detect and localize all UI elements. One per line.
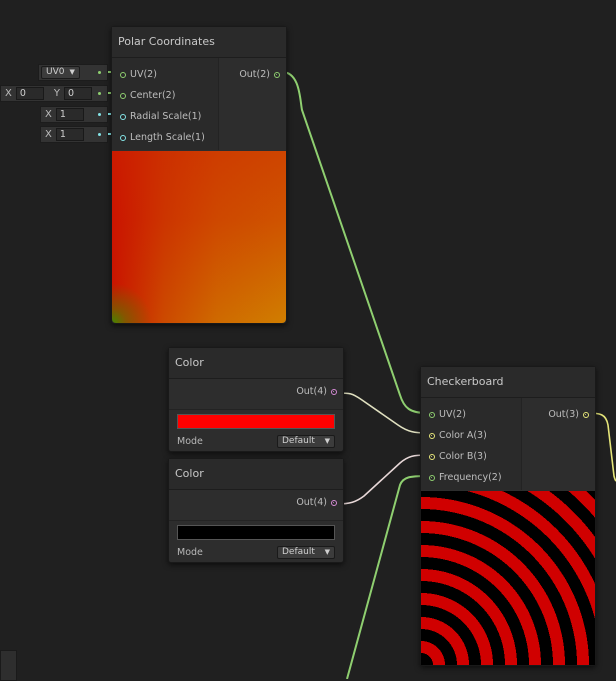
mode-value: Default (282, 435, 315, 446)
port-radial-scale[interactable]: Radial Scale(1) (112, 106, 218, 127)
port-label: Out(2) (239, 69, 270, 80)
node-title[interactable]: Polar Coordinates (112, 27, 286, 58)
polar-preview (112, 151, 286, 323)
polar-coordinates-node[interactable]: Polar Coordinates UV(2) Center(2) Radial… (111, 26, 287, 324)
node-title[interactable]: Color (169, 348, 343, 379)
port-circle-icon[interactable] (331, 388, 337, 395)
chevron-down-icon: ▼ (324, 436, 330, 445)
color-node-red[interactable]: Color Out(4) Mode Default ▼ (168, 347, 344, 452)
port-circle-icon[interactable] (120, 71, 126, 78)
port-label: UV(2) (439, 409, 466, 420)
color-swatch[interactable] (177, 525, 335, 540)
chevron-down-icon: ▼ (69, 68, 75, 76)
port-circle-icon[interactable] (429, 432, 435, 439)
port-label: Color A(3) (439, 430, 487, 441)
port-dot-icon (98, 92, 101, 95)
color-swatch[interactable] (177, 414, 335, 429)
port-out[interactable]: Out(4) (169, 381, 343, 402)
center-x-input[interactable]: 0 (15, 87, 44, 100)
port-color-b[interactable]: Color B(3) (421, 446, 521, 467)
uv-channel-dropdown[interactable]: UV0 ▼ (41, 66, 80, 79)
port-circle-icon[interactable] (120, 134, 126, 141)
port-out[interactable]: Out(4) (169, 492, 343, 513)
bottom-left-panel-edge (0, 650, 17, 681)
port-out[interactable]: Out(2) (219, 64, 286, 85)
shader-graph-canvas[interactable]: UV0 ▼ X 0 Y 0 X 1 X 1 Polar Coordinates … (0, 0, 616, 681)
port-label: Length Scale(1) (130, 132, 205, 143)
length-scale-input[interactable]: 1 (55, 128, 84, 141)
length-scale-field[interactable]: X 1 (40, 126, 108, 143)
color-node-black[interactable]: Color Out(4) Mode Default ▼ (168, 458, 344, 563)
chevron-down-icon: ▼ (324, 547, 330, 556)
mode-dropdown[interactable]: Default ▼ (277, 545, 335, 559)
node-title[interactable]: Color (169, 459, 343, 490)
port-circle-icon[interactable] (120, 92, 126, 99)
length-x-label: X (45, 129, 52, 140)
port-uv[interactable]: UV(2) (112, 64, 218, 85)
port-label: Center(2) (130, 90, 176, 101)
mode-dropdown[interactable]: Default ▼ (277, 434, 335, 448)
port-center[interactable]: Center(2) (112, 85, 218, 106)
port-label: Frequency(2) (439, 472, 502, 483)
wire-color2-to-color-b[interactable] (336, 454, 428, 505)
mode-value: Default (282, 546, 315, 557)
port-circle-icon[interactable] (429, 411, 435, 418)
radial-scale-field[interactable]: X 1 (40, 106, 108, 123)
center-x-label: X (5, 88, 12, 99)
radial-x-label: X (45, 109, 52, 120)
uv-channel-field[interactable]: UV0 ▼ (38, 64, 108, 81)
port-dot-icon (98, 71, 101, 74)
uv-channel-value: UV0 (46, 67, 65, 77)
port-circle-icon[interactable] (331, 499, 337, 506)
port-uv[interactable]: UV(2) (421, 404, 521, 425)
port-circle-icon[interactable] (120, 113, 126, 120)
port-color-a[interactable]: Color A(3) (421, 425, 521, 446)
node-title[interactable]: Checkerboard (421, 367, 595, 398)
port-dot-icon (98, 113, 101, 116)
port-circle-icon[interactable] (274, 71, 280, 78)
port-dot-icon (98, 133, 101, 136)
mode-row: Mode Default ▼ (169, 433, 343, 449)
port-length-scale[interactable]: Length Scale(1) (112, 127, 218, 148)
mode-label: Mode (177, 435, 203, 447)
port-label: Color B(3) (439, 451, 487, 462)
center-y-label: Y (53, 88, 60, 99)
port-label: Out(4) (296, 497, 327, 508)
port-circle-icon[interactable] (429, 453, 435, 460)
port-label: Out(3) (548, 409, 579, 420)
checkerboard-node[interactable]: Checkerboard UV(2) Color A(3) Color B(3) (420, 366, 596, 666)
checkerboard-preview (421, 491, 595, 665)
port-label: UV(2) (130, 69, 157, 80)
mode-row: Mode Default ▼ (169, 544, 343, 560)
port-frequency[interactable]: Frequency(2) (421, 467, 521, 488)
radial-scale-input[interactable]: 1 (55, 108, 84, 121)
port-circle-icon[interactable] (583, 411, 589, 418)
center-y-input[interactable]: 0 (63, 87, 92, 100)
port-out[interactable]: Out(3) (522, 404, 595, 425)
wire-to-frequency[interactable] (346, 475, 428, 679)
center-field[interactable]: X 0 Y 0 (0, 85, 108, 102)
port-label: Radial Scale(1) (130, 111, 202, 122)
mode-label: Mode (177, 546, 203, 558)
wire-color1-to-color-a[interactable] (336, 392, 428, 434)
port-label: Out(4) (296, 386, 327, 397)
port-circle-icon[interactable] (429, 474, 435, 481)
